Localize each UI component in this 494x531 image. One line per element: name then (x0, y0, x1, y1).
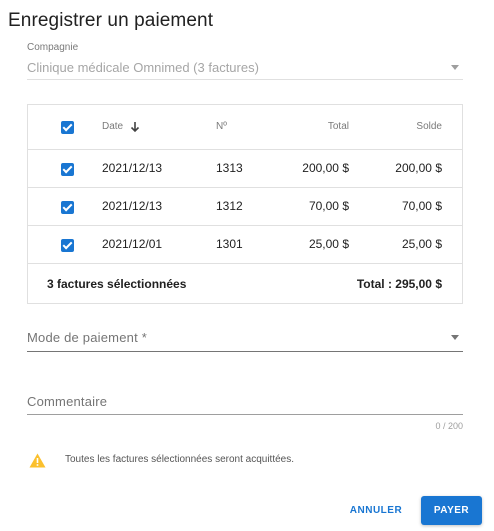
sort-arrow-down-icon[interactable] (130, 121, 140, 133)
column-header-total: Total (327, 121, 349, 132)
table-row[interactable]: 2021/12/13 1313 200,00 $ 200,00 $ (28, 150, 462, 188)
select-all-checkbox[interactable] (61, 121, 74, 134)
cell-total: 70,00 $ (308, 199, 349, 213)
column-header-number: Nº (216, 121, 227, 132)
dropdown-arrow-icon (451, 335, 459, 340)
cell-date: 2021/12/01 (102, 237, 163, 251)
pay-button[interactable]: PAYER (421, 496, 482, 525)
selected-total: Total : 295,00 $ (356, 277, 442, 291)
selected-count: 3 factures sélectionnées (47, 277, 187, 291)
dropdown-arrow-icon (451, 65, 459, 70)
company-label: Compagnie (27, 42, 79, 53)
row-checkbox[interactable] (61, 239, 74, 252)
cell-balance: 200,00 $ (395, 161, 442, 175)
column-header-date[interactable]: Date (102, 121, 123, 132)
cell-balance: 25,00 $ (401, 237, 442, 251)
table-footer: 3 factures sélectionnées Total : 295,00 … (28, 264, 462, 304)
row-checkbox[interactable] (61, 201, 74, 214)
company-value: Clinique médicale Omnimed (3 factures) (27, 60, 259, 75)
company-select[interactable]: Compagnie Clinique médicale Omnimed (3 f… (27, 40, 463, 80)
comment-placeholder: Commentaire (27, 394, 108, 409)
warning-message: Toutes les factures sélectionnées seront… (65, 454, 295, 465)
payment-mode-label: Mode de paiement * (27, 330, 147, 345)
column-header-balance: Solde (416, 121, 442, 132)
table-row[interactable]: 2021/12/01 1301 25,00 $ 25,00 $ (28, 226, 462, 264)
invoice-table: Date Nº Total Solde 2021/12/13 1313 200,… (27, 104, 463, 304)
table-row[interactable]: 2021/12/13 1312 70,00 $ 70,00 $ (28, 188, 462, 226)
comment-char-counter: 0 / 200 (435, 421, 463, 431)
comment-field[interactable]: Commentaire (27, 386, 463, 415)
cell-number: 1312 (216, 199, 243, 213)
cell-total: 200,00 $ (302, 161, 349, 175)
payment-mode-select[interactable]: Mode de paiement * (27, 322, 463, 352)
cell-total: 25,00 $ (308, 237, 349, 251)
cell-number: 1313 (216, 161, 243, 175)
warning-icon (29, 453, 46, 468)
cancel-button[interactable]: ANNULER (344, 498, 408, 524)
cell-number: 1301 (216, 237, 243, 251)
row-checkbox[interactable] (61, 163, 74, 176)
cell-date: 2021/12/13 (102, 199, 163, 213)
table-header: Date Nº Total Solde (28, 105, 462, 150)
dialog-title: Enregistrer un paiement (8, 10, 214, 31)
cell-balance: 70,00 $ (401, 199, 442, 213)
cell-date: 2021/12/13 (102, 161, 163, 175)
